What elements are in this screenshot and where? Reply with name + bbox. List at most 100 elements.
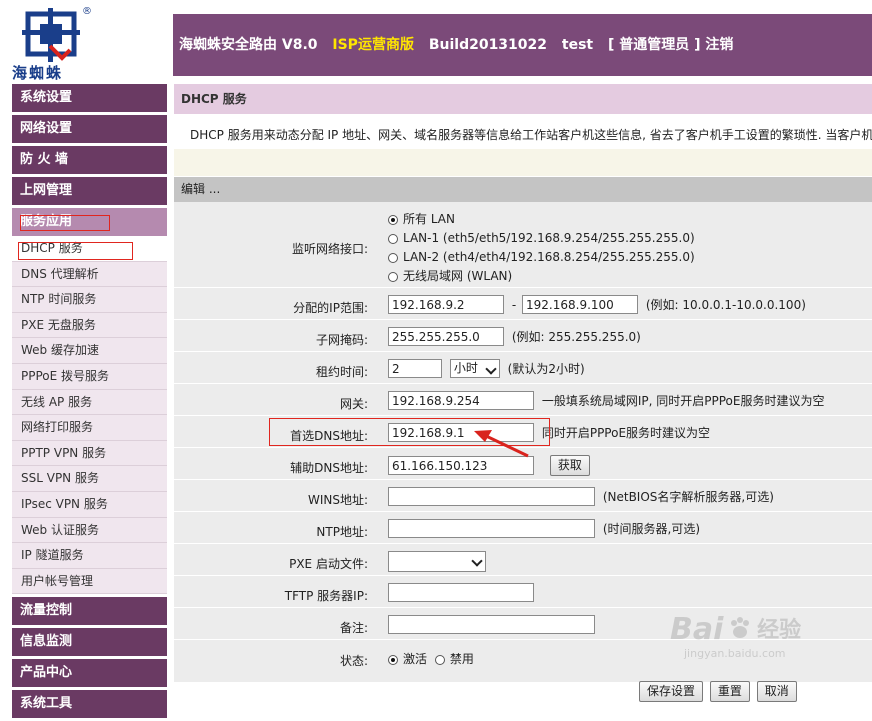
interface-option-wlan[interactable]: 无线局域网 (WLAN)	[388, 267, 695, 286]
status-enabled-option[interactable]: 激活	[388, 652, 427, 666]
toolbar-strip	[174, 149, 872, 176]
sidebar-section-traffic[interactable]: 流量控制	[12, 597, 167, 626]
logout-link[interactable]: 注销	[705, 37, 733, 53]
wins-hint: (NetBIOS名字解析服务器,可选)	[602, 490, 774, 504]
paw-icon	[731, 617, 750, 638]
gateway-input[interactable]: 192.168.9.254	[388, 391, 534, 410]
user-role: [ 普通管理员 ]	[607, 37, 701, 53]
product-name: 海蜘蛛安全路由 V8.0	[179, 37, 318, 53]
status-enabled-label: 激活	[403, 652, 428, 666]
row-pxe: PXE 启动文件:	[174, 544, 872, 576]
ntp-input[interactable]	[388, 519, 595, 538]
chevron-down-icon	[485, 363, 497, 375]
sidebar-item-pptp-vpn[interactable]: PPTP VPN 服务	[12, 440, 167, 467]
sidebar-item-ntp[interactable]: NTP 时间服务	[12, 287, 167, 313]
wins-input[interactable]	[388, 487, 595, 506]
brand-logo: ® 海蜘蛛	[10, 6, 100, 82]
note-input[interactable]	[388, 615, 595, 634]
status-disabled-label: 禁用	[449, 652, 474, 666]
baidu-watermark: Bai 经验 jingyan.baidu.com	[670, 612, 830, 666]
sidebar-item-web-cache[interactable]: Web 缓存加速	[12, 338, 167, 364]
sidebar-item-user-accounts[interactable]: 用户帐号管理	[12, 568, 167, 595]
interface-option-lan1[interactable]: LAN-1 (eth5/eth5/192.168.9.254/255.255.2…	[388, 229, 695, 248]
gateway-hint: 一般填系统局域网IP, 同时开启PPPoE服务时建议为空	[541, 394, 825, 408]
dns-primary-hint: 同时开启PPPoE服务时建议为空	[541, 426, 711, 440]
option-label: LAN-2 (eth4/eth4/192.168.8.254/255.255.2…	[403, 250, 695, 264]
row-wins: WINS地址: (NetBIOS名字解析服务器,可选)	[174, 480, 872, 512]
row-tftp: TFTP 服务器IP:	[174, 576, 872, 608]
sidebar: 系统设置 网络设置 防 火 墙 上网管理 服务应用 DHCP 服务 DNS 代理…	[12, 84, 167, 721]
lease-unit-value: 小时	[453, 361, 478, 375]
radio-icon[interactable]	[388, 271, 398, 282]
ip-range-start-input[interactable]: 192.168.9.2	[388, 295, 504, 314]
sidebar-section-firewall[interactable]: 防 火 墙	[12, 146, 167, 174]
sidebar-item-ssl-vpn[interactable]: SSL VPN 服务	[12, 466, 167, 492]
arrow-annotation-icon	[474, 430, 529, 458]
option-label: 所有 LAN	[403, 212, 455, 226]
tftp-label: TFTP 服务器IP:	[284, 589, 368, 603]
fetch-dns-button[interactable]: 获取	[549, 455, 590, 476]
form-actions: 保存设置 重置 取消	[639, 681, 800, 702]
lease-input[interactable]: 2	[388, 359, 442, 378]
highlight-box-services	[20, 215, 110, 231]
option-label: LAN-1 (eth5/eth5/192.168.9.254/255.255.2…	[403, 231, 695, 245]
tftp-input[interactable]	[388, 583, 534, 602]
radio-icon[interactable]	[388, 252, 398, 263]
row-interface: 监听网络接口: 所有 LAN LAN-1 (eth5/eth5/192.168.…	[174, 202, 872, 288]
status-disabled-option[interactable]: 禁用	[434, 652, 474, 666]
netmask-input[interactable]: 255.255.255.0	[388, 327, 504, 346]
interface-option-lan2[interactable]: LAN-2 (eth4/eth4/192.168.8.254/255.255.2…	[388, 248, 695, 267]
sidebar-item-dns-proxy[interactable]: DNS 代理解析	[12, 261, 167, 288]
sidebar-section-tools[interactable]: 系统工具	[12, 690, 167, 719]
sidebar-section-network[interactable]: 网络设置	[12, 115, 167, 143]
save-button[interactable]: 保存设置	[639, 681, 704, 702]
dns-secondary-label: 辅助DNS地址:	[290, 461, 368, 475]
sidebar-item-web-auth[interactable]: Web 认证服务	[12, 517, 167, 544]
edition-label: ISP运营商版	[332, 37, 414, 53]
pxe-file-select[interactable]	[388, 551, 486, 572]
cancel-button[interactable]: 取消	[756, 681, 797, 702]
page-title: DHCP 服务	[174, 84, 872, 114]
pxe-label: PXE 启动文件:	[289, 557, 368, 571]
registered-mark: ®	[82, 6, 92, 17]
radio-icon[interactable]	[388, 233, 398, 244]
netmask-hint: (例如: 255.255.255.0)	[511, 330, 641, 344]
sidebar-section-monitor[interactable]: 信息监测	[12, 628, 167, 657]
lease-label: 租约时间:	[315, 365, 368, 379]
sidebar-section-products[interactable]: 产品中心	[12, 659, 167, 688]
watermark-text-2: 经验	[757, 618, 802, 643]
interface-label: 监听网络接口:	[291, 242, 368, 256]
radio-icon[interactable]	[388, 654, 398, 665]
sidebar-item-wireless-ap[interactable]: 无线 AP 服务	[12, 389, 167, 416]
ntp-label: NTP地址:	[316, 525, 368, 539]
username: test	[561, 37, 594, 53]
sidebar-item-ip-tunnel[interactable]: IP 隧道服务	[12, 543, 167, 569]
sidebar-item-pxe[interactable]: PXE 无盘服务	[12, 312, 167, 339]
watermark-url: jingyan.baidu.com	[684, 647, 786, 660]
netmask-label: 子网掩码:	[315, 333, 368, 347]
radio-icon[interactable]	[434, 654, 445, 665]
sidebar-section-internet[interactable]: 上网管理	[12, 177, 167, 205]
interface-option-all[interactable]: 所有 LAN	[388, 210, 695, 229]
logo-text: 海蜘蛛	[12, 64, 64, 82]
row-ntp: NTP地址: (时间服务器,可选)	[174, 512, 872, 544]
sidebar-item-pppoe[interactable]: PPPoE 拨号服务	[12, 363, 167, 390]
highlight-box-dhcp	[18, 242, 133, 260]
reset-button[interactable]: 重置	[709, 681, 750, 702]
row-netmask: 子网掩码: 255.255.255.0 (例如: 255.255.255.0)	[174, 320, 872, 352]
watermark-text: Bai	[670, 612, 724, 647]
build-label: Build20131022	[428, 37, 548, 53]
sidebar-section-system[interactable]: 系统设置	[12, 84, 167, 112]
ip-range-end-input[interactable]: 192.168.9.100	[522, 295, 638, 314]
lease-unit-select[interactable]: 小时	[449, 359, 500, 378]
interface-options: 所有 LAN LAN-1 (eth5/eth5/192.168.9.254/25…	[388, 210, 695, 286]
top-header: 海蜘蛛安全路由 V8.0 ISP运营商版 Build20131022 test …	[173, 14, 872, 76]
range-separator: -	[511, 297, 517, 312]
note-label: 备注:	[339, 621, 368, 635]
lease-hint: (默认为2小时)	[507, 362, 585, 376]
gateway-label: 网关:	[339, 397, 368, 411]
row-ip-range: 分配的IP范围: 192.168.9.2 - 192.168.9.100 (例如…	[174, 288, 872, 320]
sidebar-item-print[interactable]: 网络打印服务	[12, 415, 167, 441]
radio-icon[interactable]	[388, 214, 398, 225]
sidebar-item-ipsec-vpn[interactable]: IPsec VPN 服务	[12, 491, 167, 518]
